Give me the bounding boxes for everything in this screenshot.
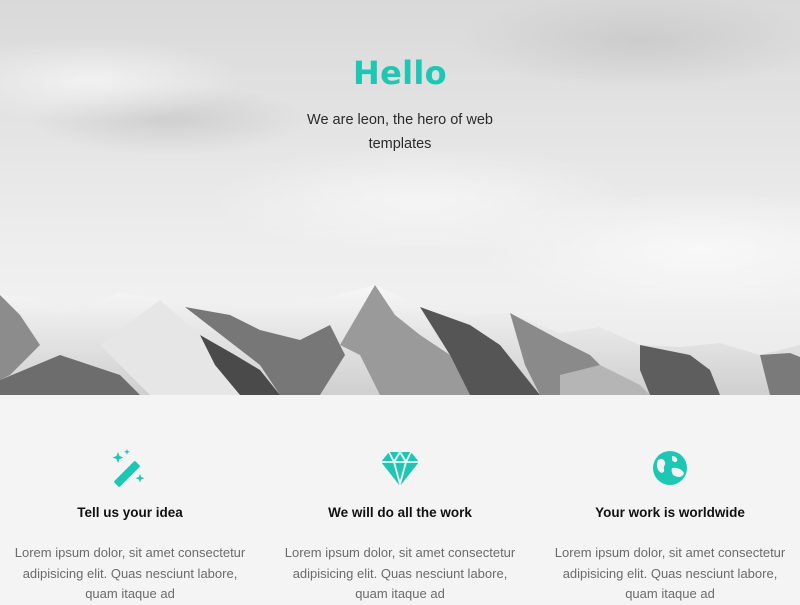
mountain-range-image: [0, 285, 800, 395]
hero-subtitle: We are leon, the hero of web templates: [307, 112, 493, 152]
globe-icon: [653, 451, 687, 485]
feature-title: Tell us your idea: [77, 505, 183, 520]
hero-section: Hello We are leon, the hero of web templ…: [0, 0, 800, 395]
features-section: Tell us your idea Lorem ipsum dolor, sit…: [0, 395, 800, 601]
hero-title: Hello: [353, 54, 447, 92]
feature-text: Lorem ipsum dolor, sit amet consectetur …: [14, 545, 246, 601]
diamond-icon: [381, 450, 419, 488]
magic-wand-icon: [112, 449, 145, 487]
feature-text: Lorem ipsum dolor, sit amet consectetur …: [284, 545, 516, 601]
feature-title: Your work is worldwide: [595, 505, 745, 520]
feature-title: We will do all the work: [328, 505, 472, 520]
feature-text: Lorem ipsum dolor, sit amet consectetur …: [554, 545, 786, 601]
